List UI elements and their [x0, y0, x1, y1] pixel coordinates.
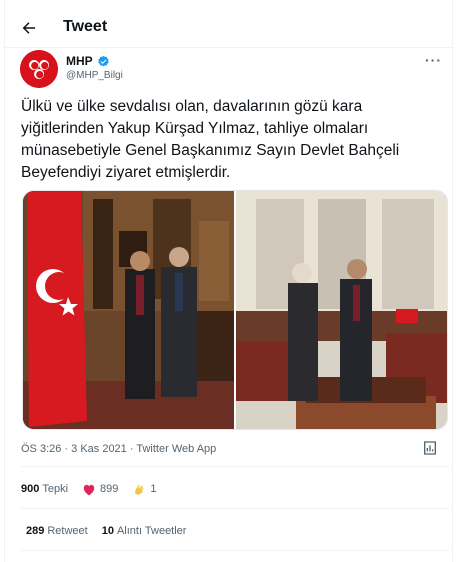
more-options-icon[interactable]: ··· — [425, 52, 442, 68]
back-arrow-icon[interactable] — [19, 18, 39, 38]
tweet-source[interactable]: Twitter Web App — [136, 443, 216, 455]
page-title: Tweet — [63, 18, 108, 35]
tweet-detail-panel: Tweet MHP @MHP_Bilgi ··· Ülkü ve ülke se… — [4, 0, 454, 562]
hearts-stat[interactable]: 899 — [82, 483, 118, 496]
divider — [21, 508, 449, 509]
retweets-count: 289 — [26, 525, 45, 537]
reactions-row: 900 Tepki 899 1 — [21, 482, 157, 496]
reactions-count: 900 — [21, 483, 40, 495]
analytics-icon[interactable] — [422, 440, 440, 458]
quotes-label: Alıntı Tweetler — [116, 525, 187, 537]
divider — [21, 550, 449, 551]
tweet-media[interactable] — [22, 190, 448, 430]
hearts-count: 899 — [100, 483, 119, 495]
photo-left[interactable] — [23, 191, 234, 429]
quotes-count: 10 — [101, 525, 114, 537]
tweet-text: Ülkü ve ülke sevdalısı olan, davalarının… — [21, 96, 449, 184]
reactions-stat[interactable]: 900 Tepki — [21, 483, 68, 495]
tweet-time[interactable]: ÖS 3:26 — [21, 443, 61, 455]
author-name-row: MHP — [66, 54, 110, 68]
office-photo-sofa — [236, 191, 447, 429]
tweet-text-line: Beyefendiyi ziyaret etmişlerdir. — [21, 164, 231, 181]
retweets-row: 289 Retweet 10 Alıntı Tweetler — [26, 525, 186, 537]
meta-separator: · — [126, 443, 137, 455]
claps-stat[interactable]: 1 — [132, 482, 157, 496]
office-photo-flag — [23, 191, 234, 429]
tweet-text-line: münasebetiyle Genel Başkanımız Sayın Dev… — [21, 142, 400, 159]
tweet-text-line: yiğitlerinden Yakup Kürşad Yılmaz, tahli… — [21, 120, 369, 137]
verified-badge-icon — [97, 55, 109, 66]
meta-separator: · — [61, 443, 72, 455]
reactions-label: Tepki — [42, 483, 69, 495]
tweet-header: Tweet — [5, 8, 454, 48]
retweets-label: Retweet — [47, 525, 88, 537]
author-name[interactable]: MHP — [66, 54, 93, 68]
claps-count: 1 — [150, 483, 157, 495]
author-handle[interactable]: @MHP_Bilgi — [66, 70, 123, 81]
photo-right[interactable] — [236, 191, 447, 429]
quotes-stat[interactable]: 10 Alıntı Tweetler — [102, 525, 187, 537]
clap-icon — [135, 484, 145, 495]
retweets-stat[interactable]: 289 Retweet — [26, 525, 88, 537]
divider — [21, 466, 449, 467]
avatar[interactable] — [20, 50, 58, 88]
heart-icon — [83, 484, 95, 495]
tweet-meta: ÖS 3:26 · 3 Kas 2021 · Twitter Web App — [21, 443, 216, 455]
tweet-text-line: Ülkü ve ülke sevdalısı olan, davalarının… — [21, 98, 363, 115]
tweet-date[interactable]: 3 Kas 2021 — [71, 443, 127, 455]
mhp-logo-icon — [20, 50, 58, 88]
